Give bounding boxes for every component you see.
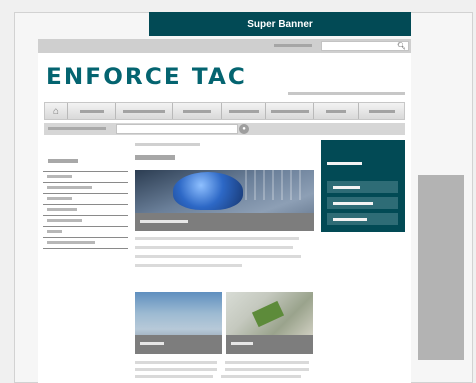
teaser-grid: [135, 292, 313, 354]
sidebar-item[interactable]: [43, 215, 128, 226]
section-kicker: [135, 143, 200, 146]
feature-caption[interactable]: [135, 213, 314, 231]
site-logo[interactable]: ENFORCE TAC: [46, 65, 247, 90]
promo-button[interactable]: [327, 197, 398, 209]
teaser-text-line: [135, 237, 299, 240]
sidebar-item[interactable]: [43, 204, 128, 215]
home-icon[interactable]: ⌂: [53, 106, 59, 117]
top-utility-bar: 🔍︎: [38, 39, 411, 53]
left-sidebar-nav: [43, 159, 128, 249]
promo-button[interactable]: [327, 181, 398, 193]
promo-button[interactable]: [327, 213, 398, 225]
promo-title: [327, 162, 362, 165]
nav-item-3[interactable]: [173, 103, 222, 119]
breadcrumb[interactable]: [48, 127, 106, 130]
sidebar-heading: [48, 159, 78, 163]
sidebar-divider: [43, 248, 128, 249]
teaser-image-expo[interactable]: [135, 292, 222, 354]
sidebar-item[interactable]: [43, 171, 128, 182]
teaser-caption[interactable]: [226, 335, 313, 354]
skyscraper-ad[interactable]: [418, 175, 464, 360]
main-content: [135, 143, 314, 267]
teaser-text-lines: [135, 361, 313, 382]
top-search-input[interactable]: 🔍︎: [321, 41, 409, 51]
right-promo-box: [321, 140, 405, 232]
teaser-text-line: [135, 264, 242, 267]
super-banner-ad[interactable]: Super Banner: [149, 12, 411, 36]
search-icon[interactable]: ●: [239, 124, 249, 134]
nav-home[interactable]: ⌂: [45, 103, 68, 119]
feature-image[interactable]: [135, 170, 314, 231]
website-page: 🔍︎ ENFORCE TAC ⌂ ●: [38, 39, 411, 383]
nav-item-4[interactable]: [222, 103, 266, 119]
nav-item-1[interactable]: [68, 103, 116, 119]
header-rule: [288, 92, 405, 95]
super-banner-label: Super Banner: [247, 18, 313, 30]
breadcrumb-bar: ●: [44, 123, 405, 135]
teaser-text-line: [135, 246, 293, 249]
teaser-image-hands[interactable]: [226, 292, 313, 354]
teaser-caption[interactable]: [135, 335, 222, 354]
teaser-text-line: [135, 255, 301, 258]
section-title: [135, 155, 175, 160]
nav-item-5[interactable]: [266, 103, 314, 119]
nav-item-6[interactable]: [314, 103, 359, 119]
search-icon[interactable]: 🔍︎: [397, 43, 406, 50]
sidebar-item[interactable]: [43, 193, 128, 204]
site-search-input[interactable]: [116, 124, 238, 134]
sidebar-item[interactable]: [43, 226, 128, 237]
sidebar-item[interactable]: [43, 182, 128, 193]
helmet-image: [173, 172, 243, 210]
sidebar-item[interactable]: [43, 237, 128, 248]
top-link-placeholder[interactable]: [274, 44, 312, 47]
main-navigation: ⌂: [44, 102, 405, 120]
nav-item-2[interactable]: [116, 103, 173, 119]
nav-item-7[interactable]: [359, 103, 404, 119]
